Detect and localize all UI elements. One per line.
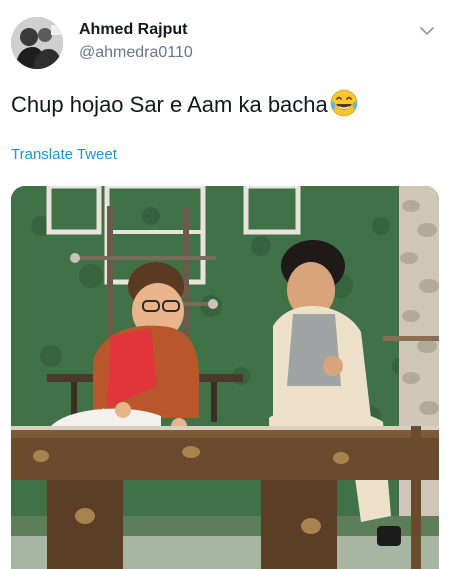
tweet-text: Chup hojao Sar e Aam ka bacha <box>11 88 359 124</box>
tweet-media-photo[interactable] <box>11 186 439 569</box>
author-name[interactable]: Ahmed Rajput <box>79 21 187 39</box>
tweet-card: Ahmed Rajput @ahmedra0110 Chup hojao Sar… <box>0 0 450 569</box>
face-with-tears-of-joy-icon <box>329 88 359 124</box>
author-handle[interactable]: @ahmedra0110 <box>79 44 193 62</box>
tweet-text-body: Chup hojao Sar e Aam ka bacha <box>11 92 328 117</box>
stage-photo <box>11 186 439 569</box>
avatar-photo <box>11 17 63 69</box>
translate-tweet-link[interactable]: Translate Tweet <box>11 146 117 163</box>
more-options-chevron-down-icon[interactable] <box>418 24 436 38</box>
author-avatar[interactable] <box>11 17 63 69</box>
